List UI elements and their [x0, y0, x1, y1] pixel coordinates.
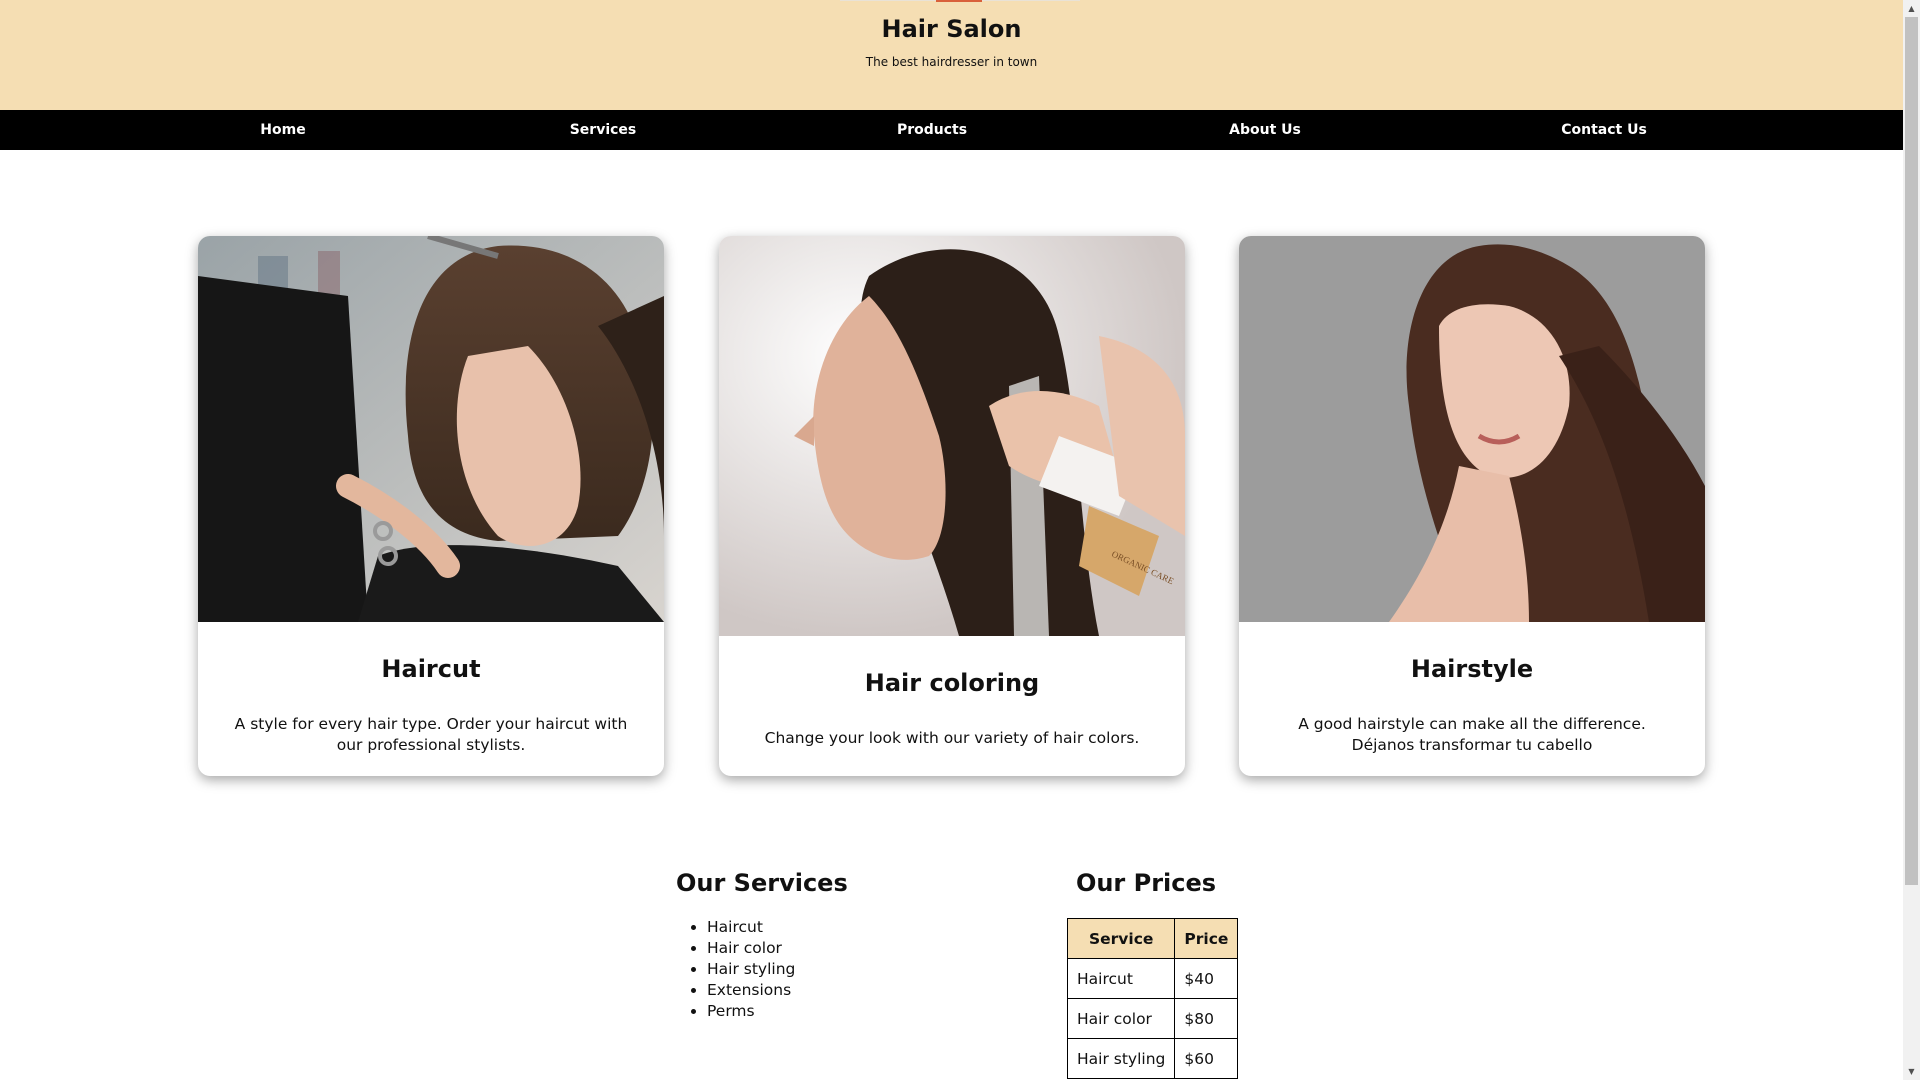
nav-link-services[interactable]: Services — [570, 110, 637, 150]
service-cell: Hair color — [1066, 998, 1176, 1039]
services-heading: Our Services — [676, 869, 848, 897]
table-row: Hair styling $60 — [1066, 1038, 1239, 1079]
main-nav: Home Services Products About Us Contact … — [0, 110, 1903, 150]
service-card-haircut: Haircut A style for every hair type. Ord… — [198, 236, 664, 776]
arrow-down-icon[interactable]: ▼ — [1903, 1063, 1920, 1080]
table-row: Haircut $40 — [1066, 958, 1239, 999]
header-accent-mark — [936, 0, 982, 2]
price-cell: $40 — [1174, 958, 1239, 999]
arrow-up-icon[interactable]: ▲ — [1903, 0, 1920, 17]
column-header-service: Service — [1066, 918, 1176, 959]
service-cell: Haircut — [1066, 958, 1176, 999]
card-title: Hair coloring — [864, 669, 1040, 697]
site-tagline: The best hairdresser in town — [865, 55, 1038, 69]
list-item: Extensions — [707, 980, 795, 1001]
card-title: Hairstyle — [1410, 655, 1534, 683]
haircut-photo — [198, 236, 664, 622]
list-item: Hair styling — [707, 959, 795, 980]
service-card-hair-coloring: ORGANIC CARE Hair coloring Change your l… — [719, 236, 1185, 776]
prices-heading: Our Prices — [1075, 869, 1217, 897]
hair-coloring-photo: ORGANIC CARE — [719, 236, 1185, 636]
service-card-hairstyle: Hairstyle A good hairstyle can make all … — [1239, 236, 1705, 776]
table-header-row: Service Price — [1066, 918, 1239, 959]
nav-link-home[interactable]: Home — [260, 110, 305, 150]
list-item: Hair color — [707, 938, 795, 959]
vertical-scrollbar[interactable]: ▲ ▼ — [1903, 0, 1920, 1080]
services-list: Haircut Hair color Hair styling Extensio… — [676, 917, 795, 1022]
nav-link-about-us[interactable]: About Us — [1229, 110, 1301, 150]
column-header-price: Price — [1174, 918, 1239, 959]
page: Hair Salon The best hairdresser in town … — [0, 0, 1903, 1080]
hairstyle-photo — [1239, 236, 1705, 622]
service-cell: Hair styling — [1066, 1038, 1176, 1079]
list-item: Perms — [707, 1001, 795, 1022]
table-row: Hair color $80 — [1066, 998, 1239, 1039]
scrollbar-thumb[interactable] — [1905, 17, 1918, 885]
card-title: Haircut — [381, 655, 481, 683]
prices-table: Service Price Haircut $40 Hair color $80… — [1066, 918, 1239, 1079]
price-cell: $60 — [1174, 1038, 1239, 1079]
nav-link-products[interactable]: Products — [897, 110, 967, 150]
list-item: Haircut — [707, 917, 795, 938]
card-text: A good hairstyle can make all the differ… — [1298, 715, 1646, 754]
site-title: Hair Salon — [881, 15, 1022, 43]
site-header: Hair Salon The best hairdresser in town — [0, 0, 1903, 110]
card-text: A style for every hair type. Order your … — [234, 715, 628, 754]
nav-link-contact-us[interactable]: Contact Us — [1561, 110, 1647, 150]
price-cell: $80 — [1174, 998, 1239, 1039]
card-text: Change your look with our variety of hai… — [764, 729, 1140, 747]
